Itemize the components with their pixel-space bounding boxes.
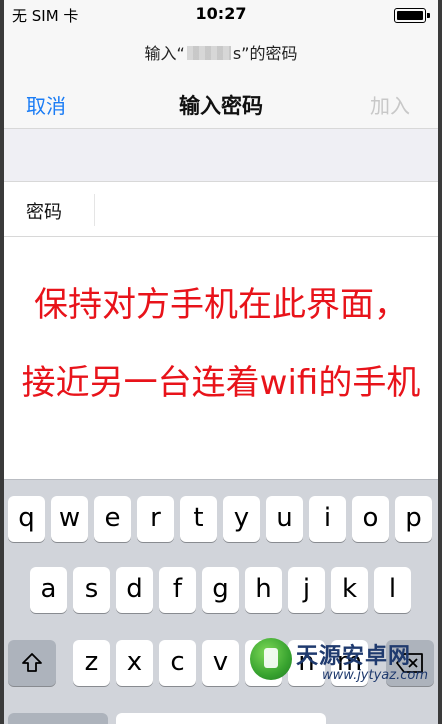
key-x[interactable]: x [116,640,153,686]
watermark-logo [250,638,292,680]
prompt-prefix: 输入“ [144,44,185,63]
password-dialog-header: 输入“ s”的密码 取消 输入密码 加入 [4,30,438,129]
right-edge [438,0,442,724]
key-q[interactable]: q [8,496,45,542]
key-w[interactable]: w [51,496,88,542]
key-c[interactable]: c [159,640,196,686]
section-spacer [4,129,438,182]
key-g[interactable]: g [202,567,239,613]
status-bar: 无 SIM 卡 10:27 [4,0,438,30]
key-y[interactable]: y [223,496,260,542]
key-h[interactable]: h [245,567,282,613]
watermark-name: 天源安卓网 [296,644,412,669]
key-s[interactable]: s [73,567,110,613]
key-j[interactable]: j [288,567,325,613]
key-v[interactable]: v [202,640,239,686]
annotation-line-2: 接近另一台连着wifi的手机 [21,363,421,403]
numbers-key[interactable] [8,713,108,724]
redacted-network-name [186,46,231,60]
key-f[interactable]: f [159,567,196,613]
shift-key[interactable] [8,640,56,686]
key-t[interactable]: t [180,496,217,542]
battery-full-icon [394,8,430,23]
watermark-url: www.jytyaz.com [322,668,428,683]
key-l[interactable]: l [374,567,411,613]
key-k[interactable]: k [331,567,368,613]
key-i[interactable]: i [309,496,346,542]
password-input[interactable] [94,194,399,226]
key-e[interactable]: e [94,496,131,542]
password-row: 密码 [4,182,438,237]
key-p[interactable]: p [395,496,432,542]
key-r[interactable]: r [137,496,174,542]
watermark: 天源安卓网 www.jytyaz.com [250,636,440,724]
key-z[interactable]: z [73,640,110,686]
annotation-area: 保持对方手机在此界面， 接近另一台连着wifi的手机 [4,237,438,479]
key-a[interactable]: a [30,567,67,613]
prompt-suffix: s”的密码 [232,44,298,63]
shift-arrow-icon [22,653,42,672]
key-o[interactable]: o [352,496,389,542]
password-label: 密码 [26,202,62,223]
password-prompt: 输入“ s”的密码 [4,40,438,64]
join-button[interactable]: 加入 [370,90,410,119]
phone-screen: 无 SIM 卡 10:27 输入“ s”的密码 取消 输入密码 加入 密码 保持对… [0,0,442,724]
key-u[interactable]: u [266,496,303,542]
key-d[interactable]: d [116,567,153,613]
status-time: 10:27 [195,4,247,23]
annotation-line-1: 保持对方手机在此界面， [34,285,408,325]
